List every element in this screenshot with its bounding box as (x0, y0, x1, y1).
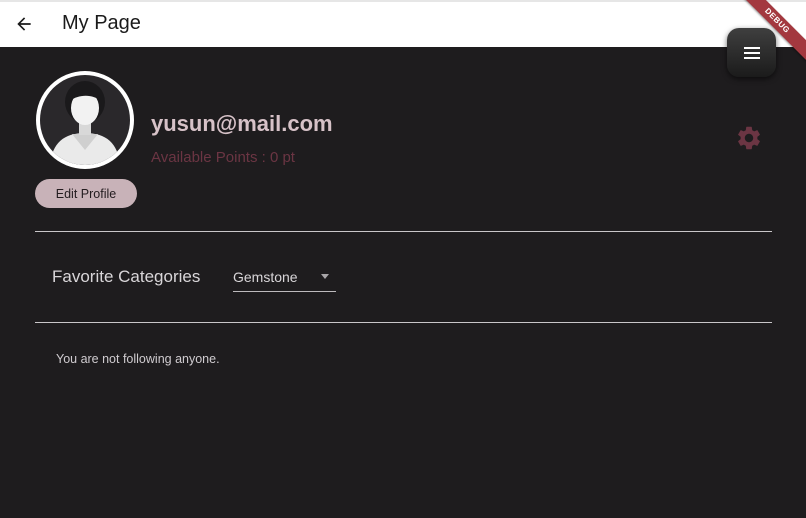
menu-button[interactable] (727, 28, 776, 77)
user-avatar-icon (40, 75, 130, 165)
available-points: Available Points : 0 pt (151, 149, 295, 166)
arrow-left-icon (17, 17, 31, 31)
back-button[interactable] (10, 10, 38, 38)
gear-icon (738, 126, 760, 150)
divider (35, 322, 772, 323)
edit-profile-button[interactable]: Edit Profile (35, 179, 137, 208)
following-empty-message: You are not following anyone. (56, 352, 220, 366)
app-bar: My Page DEBUG (0, 0, 806, 65)
dropdown-selected-value: Gemstone (233, 269, 298, 285)
category-dropdown[interactable]: Gemstone (233, 262, 336, 292)
settings-button[interactable] (735, 124, 763, 152)
profile-email: yusun@mail.com (151, 111, 333, 136)
page-title: My Page (62, 12, 141, 34)
divider (35, 231, 772, 232)
favorite-categories-label: Favorite Categories (52, 267, 201, 286)
dropdown-arrow-icon (321, 274, 329, 279)
hamburger-menu-icon (743, 46, 760, 59)
avatar (36, 71, 134, 169)
